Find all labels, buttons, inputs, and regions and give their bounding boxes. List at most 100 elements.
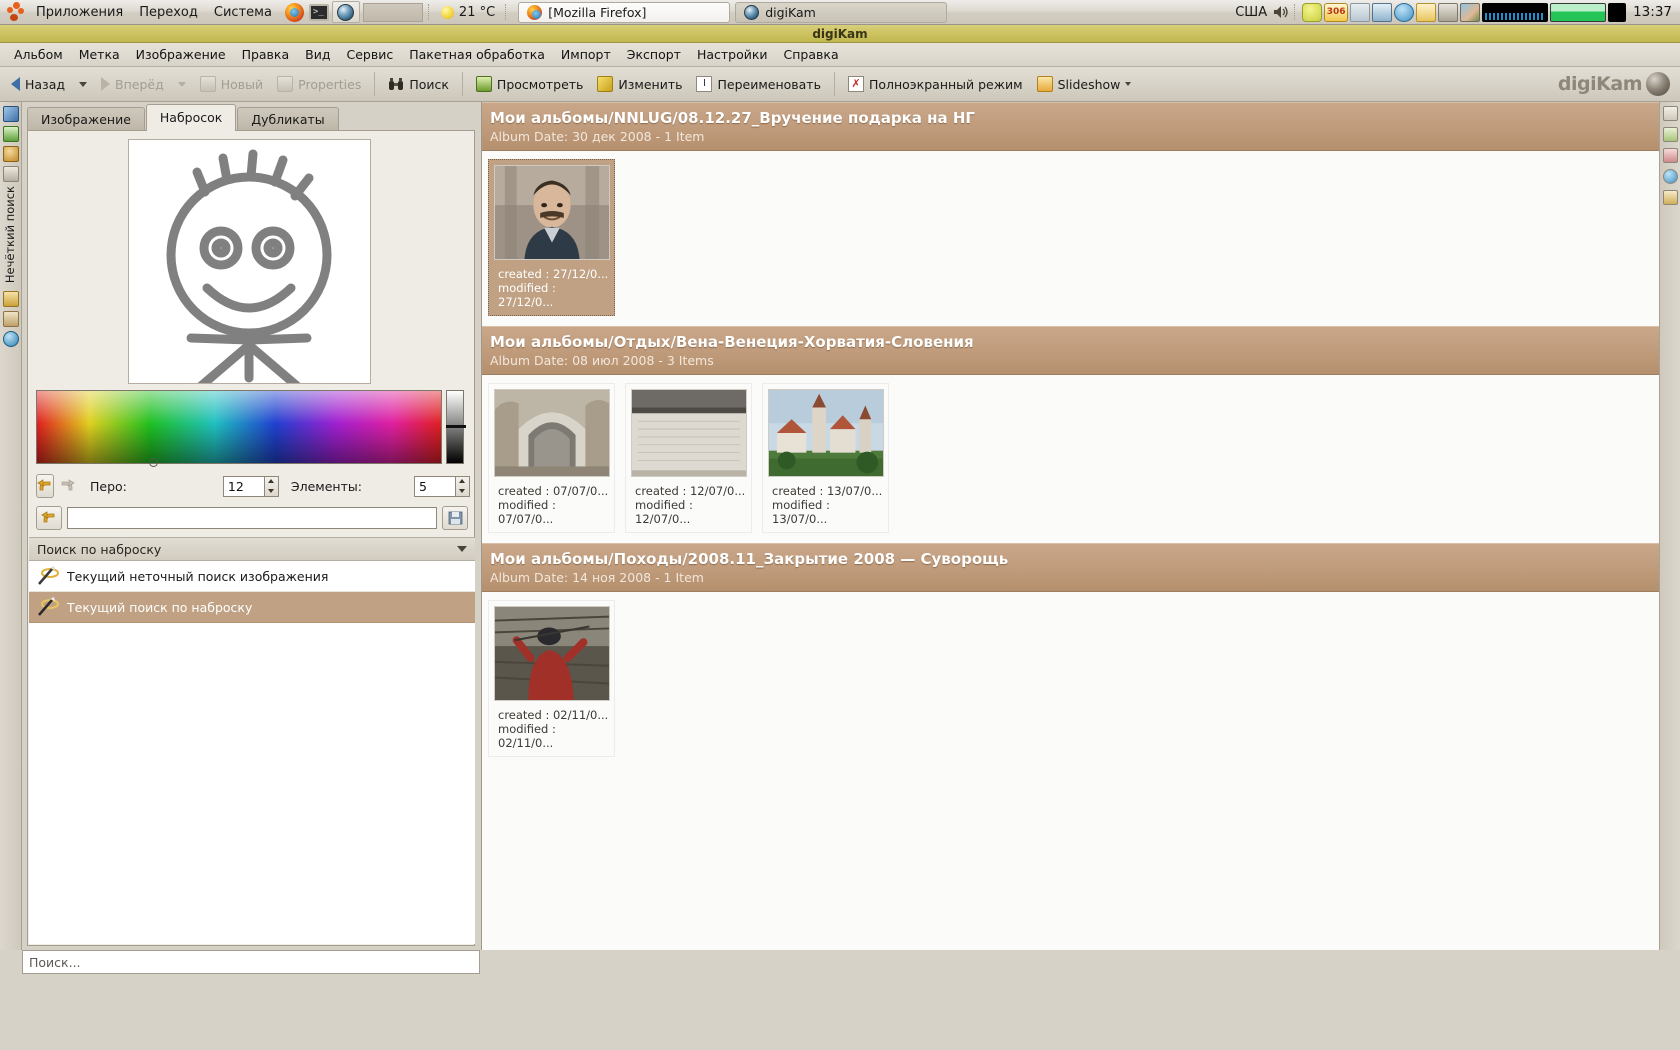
thumbnail-item[interactable]: created : 27/12/0... modified : 27/12/0.…	[488, 159, 615, 316]
menu-service[interactable]: Сервис	[338, 44, 401, 65]
photo-icon[interactable]	[1460, 2, 1481, 22]
keyboard-layout-indicator[interactable]: США	[1235, 5, 1267, 20]
menu-settings[interactable]: Настройки	[689, 44, 776, 65]
panel-drawer[interactable]	[362, 2, 423, 22]
thumbnail-caption: created : 07/07/0... modified : 07/07/0.…	[493, 484, 610, 526]
window-button-firefox[interactable]: [Mozilla Firefox]	[518, 1, 731, 23]
geolocation-icon[interactable]	[1662, 169, 1678, 184]
timeline-icon[interactable]	[3, 166, 19, 182]
thumbnail-image	[767, 389, 884, 477]
tab-sketch[interactable]: Набросок	[145, 104, 237, 131]
menu-import[interactable]: Импорт	[553, 44, 619, 65]
pen-label: Перо:	[90, 478, 127, 494]
chevron-up-icon	[268, 479, 275, 484]
window-button-digikam[interactable]: digiKam	[735, 1, 948, 23]
items-count-up[interactable]	[456, 477, 469, 487]
list-item[interactable]: Текущий неточный поиск изображения	[29, 561, 475, 592]
colors-icon[interactable]	[1662, 148, 1678, 163]
searches-icon[interactable]	[3, 291, 19, 308]
thumbnail-item[interactable]: created : 02/11/0... modified : 02/11/0.…	[488, 600, 615, 757]
toolbar-back-label: Назад	[25, 76, 66, 92]
value-slider-handle[interactable]	[446, 425, 466, 428]
items-count-input[interactable]	[413, 475, 456, 497]
panel-menu-applications[interactable]: Приложения	[29, 2, 130, 23]
album-header: Мои альбомы/Походы/2008.11_Закрытие 2008…	[482, 543, 1659, 592]
album-icon-view[interactable]: Мои альбомы/NNLUG/08.12.27_Вручение пода…	[481, 102, 1659, 950]
calendar-icon[interactable]	[3, 126, 19, 142]
glasses-icon[interactable]	[1350, 2, 1371, 22]
sketch-search-group-header[interactable]: Поиск по наброску	[29, 537, 475, 561]
weather-applet[interactable]: 21 °C	[440, 4, 496, 20]
gnome-foot-logo	[6, 2, 26, 22]
tags-icon[interactable]	[3, 146, 19, 162]
menu-image[interactable]: Изображение	[128, 44, 234, 65]
album-header: Мои альбомы/NNLUG/08.12.27_Вручение пода…	[482, 102, 1659, 151]
undo-button[interactable]	[36, 474, 54, 498]
captions-tags-icon[interactable]	[1662, 190, 1678, 205]
thumbnail-caption: created : 13/07/0... modified : 13/07/0.…	[767, 484, 884, 526]
pen-size-up[interactable]	[265, 477, 278, 487]
toolbar-edit-button[interactable]: Изменить	[590, 74, 689, 94]
panel-menu-places[interactable]: Переход	[132, 2, 205, 23]
list-item[interactable]: Текущий поиск по наброску	[29, 592, 475, 623]
launcher-firefox[interactable]	[284, 1, 306, 23]
sketch-save-row	[36, 505, 468, 531]
properties-icon[interactable]	[1662, 106, 1678, 121]
fuzzy-search-icon[interactable]	[3, 311, 19, 328]
thumbnail-item[interactable]: created : 07/07/0... modified : 07/07/0.…	[488, 383, 615, 533]
launcher-terminal[interactable]: >_	[308, 1, 330, 23]
volume-icon[interactable]	[1273, 5, 1289, 19]
calendar-lock-icon[interactable]	[1372, 2, 1393, 22]
panel-menu-system[interactable]: Система	[207, 2, 279, 23]
digikam-branding: digiKam	[1558, 72, 1670, 96]
tab-duplicates[interactable]: Дубликаты	[237, 107, 339, 131]
toolbar-fullscreen-button[interactable]: ✗ Полноэкранный режим	[841, 74, 1030, 94]
pen-size-stepper[interactable]	[264, 475, 279, 497]
map-icon[interactable]	[3, 331, 19, 348]
pen-size-input[interactable]	[222, 475, 265, 497]
items-count-down[interactable]	[456, 486, 469, 496]
chevron-down-icon[interactable]	[457, 546, 467, 552]
update-manager-icon[interactable]	[1302, 2, 1323, 22]
folder-icon[interactable]	[1416, 2, 1437, 22]
menu-tag[interactable]: Метка	[71, 44, 128, 65]
albums-icon[interactable]	[3, 106, 19, 122]
toolbar-rename-button[interactable]: I Переименовать	[689, 74, 827, 94]
thumbnail-item[interactable]: created : 12/07/0... modified : 12/07/0.…	[625, 383, 752, 533]
update-count-badge[interactable]: 306	[1324, 2, 1349, 22]
pen-size-spinner[interactable]	[222, 475, 279, 497]
menu-help[interactable]: Справка	[776, 44, 847, 65]
album-title: Мои альбомы/Отдых/Вена-Венеция-Хорватия-…	[490, 333, 974, 351]
thumbnail-image	[493, 165, 610, 260]
thumbnail-item[interactable]: created : 13/07/0... modified : 13/07/0.…	[762, 383, 889, 533]
metadata-icon[interactable]	[1662, 127, 1678, 142]
items-count-stepper[interactable]	[455, 475, 470, 497]
menu-album[interactable]: Альбом	[6, 44, 71, 65]
color-picker-gradient[interactable]	[36, 390, 442, 467]
menu-view[interactable]: Вид	[297, 44, 338, 65]
album-title: Мои альбомы/Походы/2008.11_Закрытие 2008…	[490, 550, 1009, 568]
menu-export[interactable]: Экспорт	[619, 44, 689, 65]
pidgin-icon[interactable]	[1394, 2, 1415, 22]
toolbar-view-button[interactable]: Просмотреть	[469, 74, 591, 94]
tab-image[interactable]: Изображение	[27, 107, 145, 131]
items-count-spinner[interactable]	[413, 475, 470, 497]
value-slider[interactable]	[446, 390, 466, 464]
clock-label[interactable]: 13:37	[1633, 4, 1672, 20]
toolbar-back-dropdown[interactable]	[72, 80, 94, 89]
menu-batch-processing[interactable]: Пакетная обработка	[401, 44, 553, 65]
search-name-input[interactable]	[67, 507, 437, 529]
launcher-digikam[interactable]	[331, 1, 360, 23]
pen-size-down[interactable]	[265, 486, 278, 496]
sketch-canvas[interactable]	[128, 139, 371, 384]
toolbar-back-button[interactable]: Назад	[4, 75, 72, 94]
saved-searches-list[interactable]: Текущий неточный поиск изображения Текущ…	[29, 561, 475, 944]
temperature-label: 21 °C	[458, 4, 496, 20]
search-status-bar[interactable]: Поиск...	[22, 950, 480, 974]
reset-button[interactable]	[36, 506, 62, 530]
toolbar-slideshow-button[interactable]: Slideshow	[1030, 74, 1139, 94]
monitor-icon[interactable]	[1438, 2, 1459, 22]
save-search-button[interactable]	[442, 506, 468, 530]
menu-edit[interactable]: Правка	[234, 44, 298, 65]
toolbar-search-button[interactable]: Поиск	[381, 74, 456, 94]
